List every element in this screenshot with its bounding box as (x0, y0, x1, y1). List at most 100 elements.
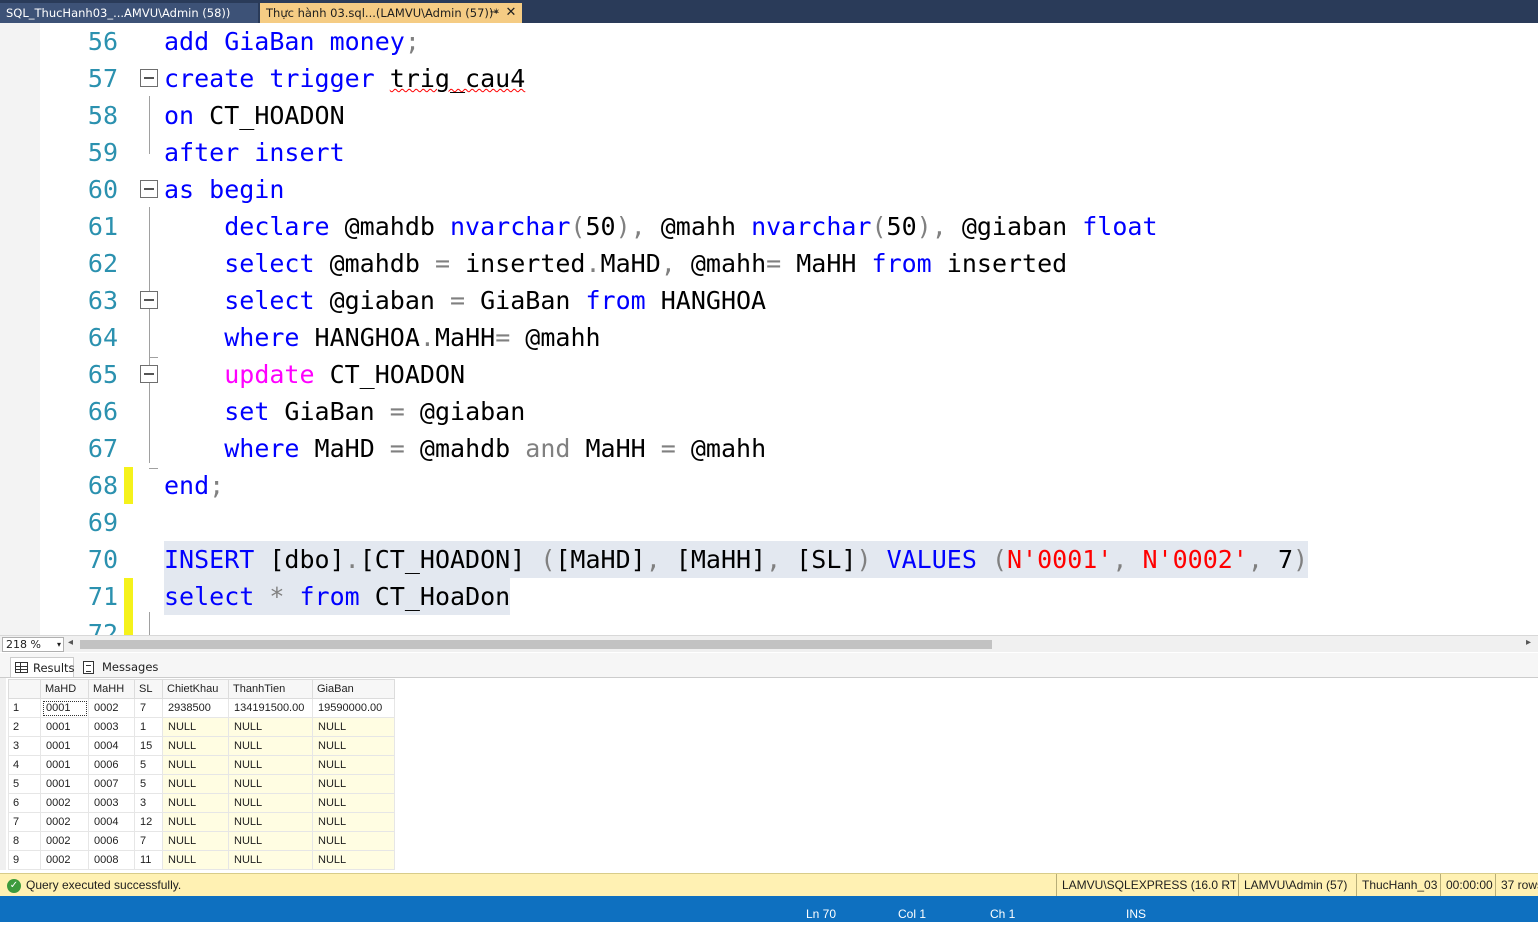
tab-sql-thuchanh03[interactable]: SQL_ThucHanh03_...AMVU\Admin (58)) (0, 3, 258, 23)
grid-cell[interactable]: NULL (228, 793, 313, 813)
grid-cell[interactable]: 0004 (88, 812, 135, 832)
row-number-header[interactable] (8, 679, 41, 699)
scroll-left-arrow[interactable]: ◂ (68, 637, 73, 648)
results-table[interactable]: MaHD MaHH SL ChietKhau ThanhTien GiaBan … (8, 679, 395, 870)
grid-cell[interactable]: 0007 (88, 774, 135, 794)
row-number-cell[interactable]: 8 (8, 831, 41, 851)
pin-icon[interactable]: ⊸ (488, 3, 500, 23)
grid-cell[interactable]: 0004 (88, 736, 135, 756)
tab-messages[interactable]: Messages (80, 657, 160, 677)
row-number-cell[interactable]: 3 (8, 736, 41, 756)
grid-cell[interactable]: 0002 (40, 812, 89, 832)
grid-cell[interactable]: 0001 (40, 717, 89, 737)
table-row[interactable]: 7 0002 0004 12 NULL NULL NULL (8, 812, 395, 832)
column-header[interactable]: ThanhTien (228, 679, 313, 699)
grid-cell[interactable]: NULL (162, 812, 229, 832)
grid-cell[interactable]: 1 (134, 717, 163, 737)
column-header[interactable]: GiaBan (312, 679, 395, 699)
tab-thuc-hanh-03-sql[interactable]: Thực hành 03.sql...(LAMVU\Admin (57))* (260, 3, 522, 23)
query-status-bar: ✓ Query executed successfully. LAMVU\SQL… (0, 873, 1538, 897)
line-number: 65 (87, 360, 118, 389)
grid-cell[interactable]: NULL (228, 850, 313, 870)
grid-cell[interactable]: NULL (312, 793, 395, 813)
grid-cell[interactable]: 0008 (88, 850, 135, 870)
column-header[interactable]: ChietKhau (162, 679, 229, 699)
grid-cell[interactable]: NULL (162, 774, 229, 794)
grid-cell[interactable]: 0001 (40, 698, 89, 718)
grid-cell[interactable]: 0006 (88, 755, 135, 775)
grid-cell[interactable]: 12 (134, 812, 163, 832)
zoom-dropdown[interactable]: 218 % ▾ (2, 637, 64, 652)
grid-cell[interactable]: 15 (134, 736, 163, 756)
grid-cell[interactable]: NULL (312, 850, 395, 870)
grid-cell[interactable]: 5 (134, 755, 163, 775)
grid-cell[interactable]: NULL (228, 717, 313, 737)
grid-cell[interactable]: NULL (312, 774, 395, 794)
grid-cell[interactable]: 0001 (40, 755, 89, 775)
row-number-cell[interactable]: 2 (8, 717, 41, 737)
row-number-cell[interactable]: 1 (8, 698, 41, 718)
table-row[interactable]: 5 0001 0007 5 NULL NULL NULL (8, 774, 395, 794)
table-row[interactable]: 6 0002 0003 3 NULL NULL NULL (8, 793, 395, 813)
collapse-toggle[interactable] (140, 365, 158, 383)
grid-cell[interactable]: NULL (312, 736, 395, 756)
grid-cell[interactable]: NULL (228, 755, 313, 775)
table-row[interactable]: 3 0001 0004 15 NULL NULL NULL (8, 736, 395, 756)
horizontal-scrollbar-thumb[interactable] (80, 640, 992, 649)
grid-cell[interactable]: NULL (162, 755, 229, 775)
column-header[interactable]: MaHD (40, 679, 89, 699)
grid-cell[interactable]: 134191500.00 (228, 698, 313, 718)
grid-cell[interactable]: 0001 (40, 774, 89, 794)
collapse-toggle[interactable] (140, 291, 158, 309)
row-number-cell[interactable]: 4 (8, 755, 41, 775)
grid-cell[interactable]: 11 (134, 850, 163, 870)
table-row[interactable]: 8 0002 0006 7 NULL NULL NULL (8, 831, 395, 851)
row-number-cell[interactable]: 5 (8, 774, 41, 794)
cursor-char: Ch 1 (990, 907, 1016, 921)
grid-cell[interactable]: 19590000.00 (312, 698, 395, 718)
grid-cell[interactable]: NULL (162, 793, 229, 813)
grid-cell[interactable]: 2938500 (162, 698, 229, 718)
grid-cell[interactable]: NULL (312, 755, 395, 775)
grid-cell[interactable]: NULL (162, 736, 229, 756)
grid-cell[interactable]: 0002 (40, 831, 89, 851)
row-number-cell[interactable]: 7 (8, 812, 41, 832)
grid-cell[interactable]: NULL (312, 717, 395, 737)
grid-cell[interactable]: 3 (134, 793, 163, 813)
close-icon[interactable]: ✕ (503, 3, 519, 23)
table-row[interactable]: 4 0001 0006 5 NULL NULL NULL (8, 755, 395, 775)
grid-cell[interactable]: 0003 (88, 793, 135, 813)
column-header[interactable]: SL (134, 679, 163, 699)
grid-cell[interactable]: NULL (228, 736, 313, 756)
grid-cell[interactable]: 0006 (88, 831, 135, 851)
grid-cell[interactable]: NULL (312, 831, 395, 851)
query-editor[interactable]: 56 add GiaBan money; 57 create trigger t… (0, 23, 1538, 635)
grid-cell[interactable]: 7 (134, 831, 163, 851)
grid-cell[interactable]: 0003 (88, 717, 135, 737)
table-row[interactable]: 2 0001 0003 1 NULL NULL NULL (8, 717, 395, 737)
row-number-cell[interactable]: 9 (8, 850, 41, 870)
grid-cell[interactable]: NULL (228, 812, 313, 832)
collapse-toggle[interactable] (140, 69, 158, 87)
results-grid[interactable]: MaHD MaHH SL ChietKhau ThanhTien GiaBan … (0, 678, 1538, 870)
grid-cell[interactable]: NULL (312, 812, 395, 832)
grid-cell[interactable]: 0001 (40, 736, 89, 756)
grid-cell[interactable]: NULL (162, 850, 229, 870)
grid-cell[interactable]: 0002 (40, 793, 89, 813)
grid-cell[interactable]: 0002 (40, 850, 89, 870)
grid-cell[interactable]: NULL (228, 774, 313, 794)
grid-cell[interactable]: 5 (134, 774, 163, 794)
grid-cell[interactable]: 0002 (88, 698, 135, 718)
grid-cell[interactable]: NULL (228, 831, 313, 851)
column-header[interactable]: MaHH (88, 679, 135, 699)
table-row[interactable]: 1 0001 0002 7 2938500 134191500.00 19590000.00 (8, 698, 395, 718)
collapse-toggle[interactable] (140, 180, 158, 198)
grid-cell[interactable]: 7 (134, 698, 163, 718)
table-row[interactable]: 9 0002 0008 11 NULL NULL NULL (8, 850, 395, 870)
grid-cell[interactable]: NULL (162, 831, 229, 851)
grid-cell[interactable]: NULL (162, 717, 229, 737)
tab-results[interactable]: Results (10, 657, 75, 677)
line-number: 63 (87, 286, 118, 315)
scroll-right-arrow[interactable]: ▸ (1526, 637, 1531, 648)
row-number-cell[interactable]: 6 (8, 793, 41, 813)
